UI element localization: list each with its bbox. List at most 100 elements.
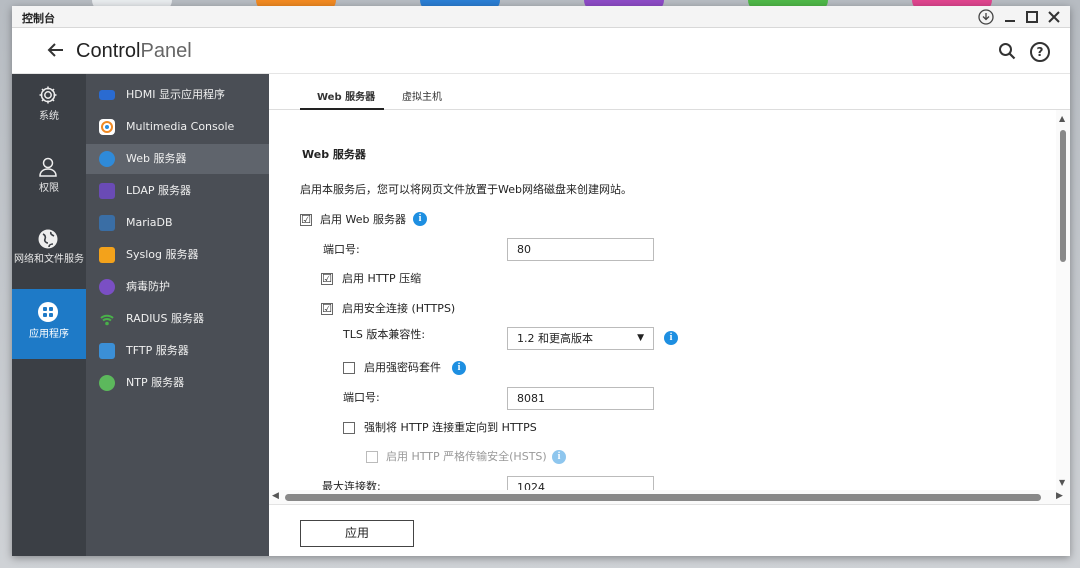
- submenu-label: NTP 服务器: [126, 376, 185, 389]
- submenu-item-hdmi[interactable]: HDMI 显示应用程序: [86, 80, 269, 110]
- tab-bar: Web 服务器 虚拟主机: [269, 74, 1070, 110]
- submenu-item-ldap[interactable]: LDAP 服务器: [86, 176, 269, 206]
- hsts-checkbox[interactable]: [366, 451, 378, 463]
- https-port-input[interactable]: 8081: [507, 387, 654, 410]
- submenu-label: Syslog 服务器: [126, 248, 199, 261]
- app-brand: ControlPanel: [76, 40, 192, 62]
- max-connections-input[interactable]: 1024: [507, 476, 654, 490]
- submenu-item-mariadb[interactable]: MariaDB: [86, 208, 269, 238]
- submenu-item-multimedia-console[interactable]: Multimedia Console: [86, 112, 269, 142]
- watermark: 值 什么值得买: [952, 539, 1041, 555]
- https-label: 启用安全连接 (HTTPS): [342, 302, 456, 315]
- https-checkbox[interactable]: ☑: [321, 303, 333, 315]
- main-content: Web 服务器 虚拟主机 Web 服务器 启用本服务后，您可以将网页文件放置于W…: [269, 74, 1070, 556]
- tls-version-select[interactable]: 1.2 和更高版本 ▼: [507, 327, 654, 350]
- submenu-item-ntp[interactable]: NTP 服务器: [86, 368, 269, 398]
- category-sidebar: 系统 权限 网络和文件服务 应用程序: [12, 74, 86, 556]
- force-redirect-label: 强制将 HTTP 连接重定向到 HTTPS: [364, 421, 537, 434]
- globe-icon: [37, 228, 59, 250]
- maximize-icon[interactable]: [1024, 9, 1040, 25]
- window-title: 控制台: [22, 12, 55, 25]
- info-icon[interactable]: i: [664, 331, 678, 345]
- user-icon: [37, 156, 59, 178]
- http-compress-checkbox[interactable]: ☑: [321, 273, 333, 285]
- close-icon[interactable]: [1046, 9, 1062, 25]
- section-description: 启用本服务后，您可以将网页文件放置于Web网络磁盘来创建网站。: [300, 183, 632, 196]
- vertical-scrollbar[interactable]: ▲ ▼: [1056, 110, 1070, 490]
- strong-cipher-checkbox[interactable]: [343, 362, 355, 374]
- multimedia-console-icon: [99, 119, 115, 135]
- tls-label: TLS 版本兼容性:: [343, 328, 426, 341]
- gear-icon: [37, 84, 59, 106]
- app-header: ControlPanel ?: [12, 28, 1070, 74]
- category-permission[interactable]: 权限: [12, 146, 86, 208]
- ntp-clock-icon: [99, 375, 115, 391]
- tab-virtual-host[interactable]: 虚拟主机: [402, 92, 442, 104]
- control-panel-window: 控制台 ControlPanel ? 系统 权限 网络和文件服务 应用程序 HD…: [12, 6, 1070, 556]
- category-label: 系统: [39, 111, 59, 122]
- back-arrow-icon[interactable]: [46, 40, 66, 63]
- submenu-label: Web 服务器: [126, 152, 187, 165]
- port-input[interactable]: 80: [507, 238, 654, 261]
- enable-web-server-label: 启用 Web 服务器: [320, 213, 406, 226]
- info-icon[interactable]: i: [452, 361, 466, 375]
- scroll-right-icon[interactable]: ▶: [1056, 491, 1063, 501]
- mariadb-icon: [99, 215, 115, 231]
- category-label: 权限: [39, 183, 59, 194]
- scroll-left-icon[interactable]: ◀: [272, 491, 279, 501]
- radius-wifi-icon: [99, 311, 115, 327]
- window-titlebar: 控制台: [12, 6, 1070, 28]
- submenu-item-antivirus[interactable]: 病毒防护: [86, 272, 269, 302]
- chevron-down-icon: ▼: [637, 333, 644, 343]
- apply-button[interactable]: 应用: [300, 520, 414, 547]
- syslog-icon: [99, 247, 115, 263]
- submenu-item-tftp[interactable]: TFTP 服务器: [86, 336, 269, 366]
- info-icon[interactable]: i: [413, 212, 427, 226]
- submenu-label: TFTP 服务器: [126, 344, 189, 357]
- help-icon[interactable]: ?: [1030, 42, 1050, 62]
- settings-form: Web 服务器 启用本服务后，您可以将网页文件放置于Web网络磁盘来创建网站。 …: [269, 110, 1056, 490]
- apps-grid-icon: [37, 301, 59, 323]
- https-port-label: 端口号:: [343, 391, 380, 404]
- force-redirect-checkbox[interactable]: [343, 422, 355, 434]
- hdmi-icon: [99, 90, 115, 100]
- download-icon[interactable]: [978, 9, 994, 25]
- brand-strong: Control: [76, 40, 141, 62]
- brand-light: Panel: [140, 40, 192, 62]
- hsts-label: 启用 HTTP 严格传输安全(HSTS): [386, 450, 547, 463]
- enable-web-server-checkbox[interactable]: ☑: [300, 214, 312, 226]
- app-submenu: HDMI 显示应用程序 Multimedia Console Web 服务器 L…: [86, 74, 269, 556]
- tftp-icon: [99, 343, 115, 359]
- scroll-up-icon[interactable]: ▲: [1059, 114, 1065, 123]
- info-icon[interactable]: i: [552, 450, 566, 464]
- max-connections-label: 最大连接数:: [322, 480, 381, 490]
- action-footer: 应用: [269, 504, 1070, 556]
- ldap-icon: [99, 183, 115, 199]
- submenu-label: RADIUS 服务器: [126, 312, 204, 325]
- category-applications[interactable]: 应用程序: [12, 289, 86, 359]
- web-server-globe-icon: [99, 151, 115, 167]
- tls-version-value: 1.2 和更高版本: [517, 332, 593, 345]
- submenu-label: MariaDB: [126, 216, 173, 229]
- section-title: Web 服务器: [302, 148, 366, 161]
- minimize-icon[interactable]: [1002, 9, 1018, 25]
- scroll-down-icon[interactable]: ▼: [1059, 478, 1065, 487]
- port-label: 端口号:: [323, 243, 360, 256]
- submenu-item-web-server[interactable]: Web 服务器: [86, 144, 269, 174]
- tab-web-server[interactable]: Web 服务器: [317, 92, 375, 104]
- antivirus-icon: [99, 279, 115, 295]
- category-label: 应用程序: [29, 329, 69, 340]
- submenu-item-radius[interactable]: RADIUS 服务器: [86, 304, 269, 334]
- category-label: 网络和文件服务: [14, 254, 84, 265]
- horizontal-scrollbar[interactable]: ◀ ▶: [269, 490, 1070, 504]
- scroll-thumb[interactable]: [285, 494, 1041, 501]
- http-compress-label: 启用 HTTP 压缩: [342, 272, 422, 285]
- submenu-label: 病毒防护: [126, 280, 170, 293]
- submenu-label: Multimedia Console: [126, 120, 235, 133]
- search-icon[interactable]: [998, 42, 1016, 60]
- category-network[interactable]: 网络和文件服务: [12, 218, 86, 286]
- category-system[interactable]: 系统: [12, 74, 86, 136]
- scroll-thumb[interactable]: [1060, 130, 1066, 262]
- strong-cipher-label: 启用强密码套件: [364, 361, 441, 374]
- submenu-item-syslog[interactable]: Syslog 服务器: [86, 240, 269, 270]
